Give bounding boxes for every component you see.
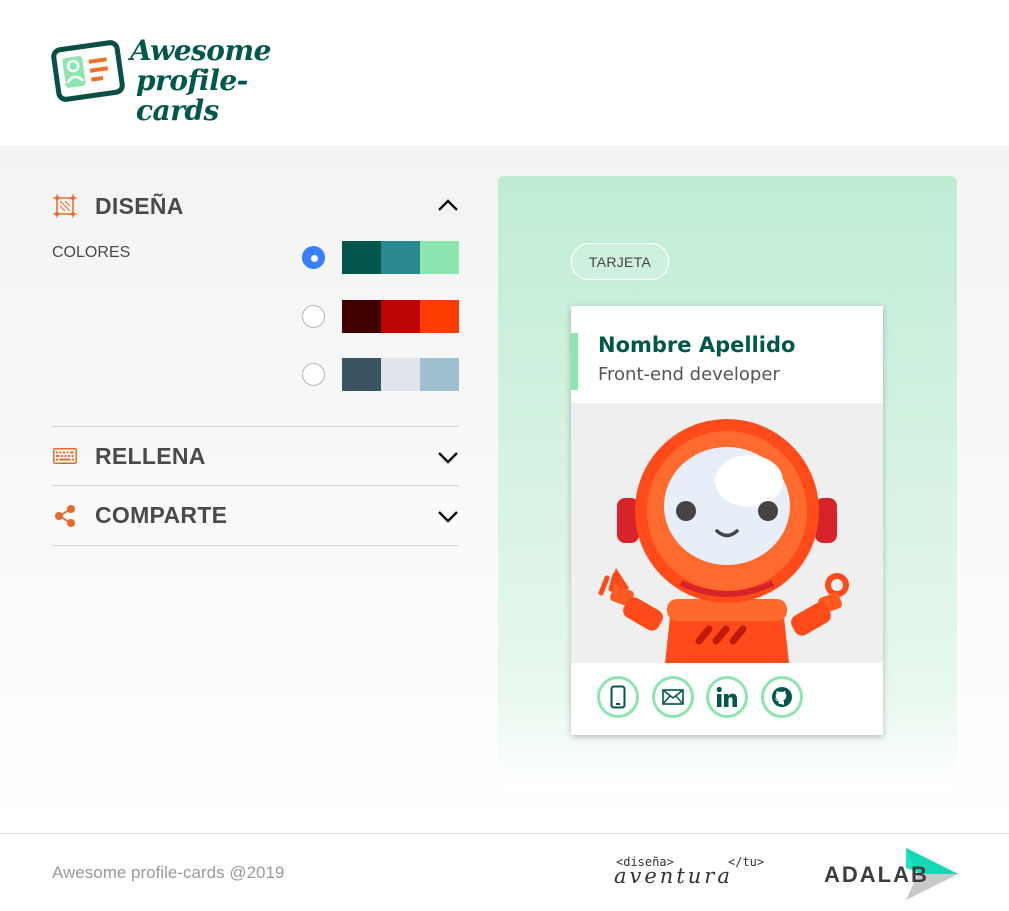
github-icon[interactable]: [760, 676, 803, 718]
palette-2-swatch-1: [342, 300, 381, 333]
adalab-text: ADALAB: [824, 862, 929, 887]
id-card-icon: [51, 40, 125, 102]
palette-2-swatch-3: [420, 300, 459, 333]
card-job: Front-end developer: [598, 364, 780, 385]
card-preview: TARJETA Nombre Apellido Front-end develo…: [498, 176, 957, 788]
keyboard-icon: [52, 443, 78, 469]
palette-radio-3[interactable]: [302, 363, 325, 386]
aventura-script: aventura: [614, 864, 733, 888]
colors-label: COLORES: [52, 244, 131, 261]
header: Awesome profile-cards: [0, 0, 1009, 146]
social-links: [597, 676, 815, 718]
logo[interactable]: Awesome profile-cards: [50, 36, 320, 126]
logo-line2: profile-cards: [136, 64, 248, 127]
colors-fieldset: COLORES: [52, 236, 459, 426]
section-design-title: DISEÑA: [95, 192, 184, 219]
logo-text: Awesome profile-cards: [130, 36, 320, 126]
palette-radio-1[interactable]: [302, 246, 325, 269]
reset-button[interactable]: TARJETA: [571, 243, 669, 280]
footer-copyright: Awesome profile-cards @2019: [52, 863, 285, 882]
footer: Awesome profile-cards @2019 <diseña> </t…: [0, 833, 1009, 911]
form-panel: DISEÑA COLORES RELLENA COMPARTE: [52, 176, 459, 546]
phone-icon[interactable]: [597, 676, 639, 718]
linkedin-icon[interactable]: [706, 676, 748, 718]
section-fill-header[interactable]: RELLENA: [52, 427, 459, 485]
divider: [52, 545, 459, 546]
logo-line1: Awesome: [130, 34, 271, 67]
chevron-up-icon[interactable]: [437, 195, 459, 217]
palette-2-swatch-2: [381, 300, 420, 333]
palette-3-swatch-3: [420, 358, 459, 391]
palette-radio-2[interactable]: [302, 305, 325, 328]
section-share-header[interactable]: COMPARTE: [52, 486, 459, 545]
card-image: [571, 403, 883, 663]
palette-3-swatch-2: [381, 358, 420, 391]
adalab-logo[interactable]: ADALAB: [822, 848, 958, 900]
section-fill-title: RELLENA: [95, 442, 206, 469]
palette-1-swatch-1: [342, 241, 381, 274]
aventura-tag-close: </tu>: [728, 855, 764, 869]
profile-card: Nombre Apellido Front-end developer: [571, 306, 883, 735]
aventura-logo[interactable]: <diseña> </tu> aventura: [614, 854, 774, 888]
share-icon: [52, 503, 78, 529]
palette-1-swatch-3: [420, 241, 459, 274]
card-accent-bar: [571, 333, 578, 390]
crop-frame-icon: [52, 193, 78, 219]
palette-3-swatch-1: [342, 358, 381, 391]
robot-avatar-icon: [598, 419, 849, 663]
palette-option-1[interactable]: [302, 241, 459, 274]
main-content: DISEÑA COLORES RELLENA COMPARTE TARJETA …: [0, 146, 1009, 833]
mail-icon[interactable]: [651, 676, 694, 718]
palette-1-swatch-2: [381, 241, 420, 274]
card-header: Nombre Apellido Front-end developer: [571, 306, 883, 403]
palette-option-2[interactable]: [302, 300, 459, 333]
section-design-header[interactable]: DISEÑA: [52, 176, 459, 236]
section-share-title: COMPARTE: [95, 502, 228, 528]
palette-option-3[interactable]: [302, 358, 459, 391]
chevron-down-icon[interactable]: [437, 505, 459, 527]
chevron-down-icon[interactable]: [437, 446, 459, 468]
card-name: Nombre Apellido: [598, 333, 796, 357]
